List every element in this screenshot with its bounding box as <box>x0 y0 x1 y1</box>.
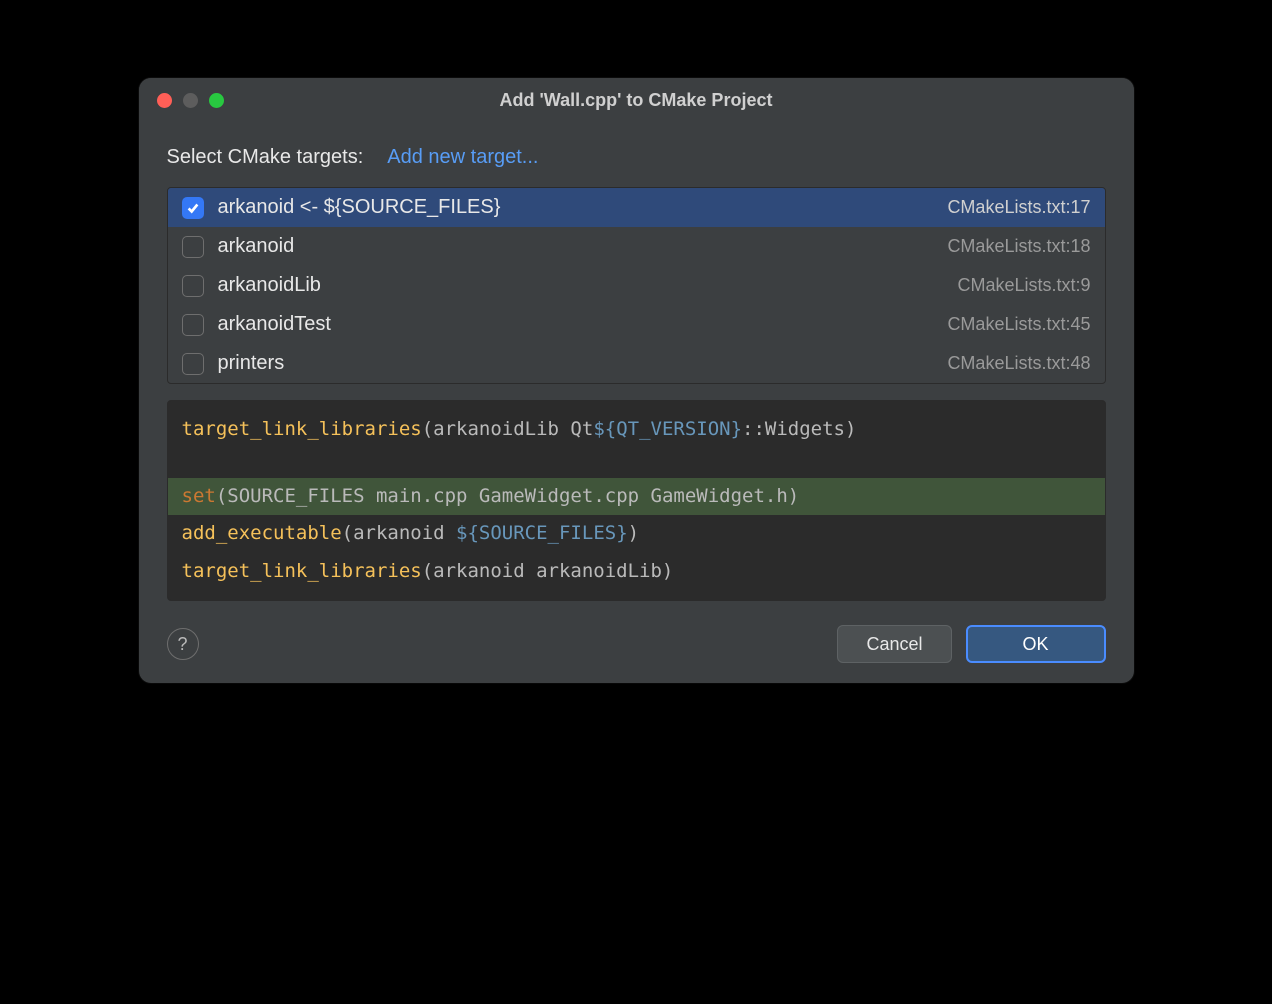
cancel-button[interactable]: Cancel <box>837 625 951 663</box>
code-line: set(SOURCE_FILES main.cpp GameWidget.cpp… <box>168 478 1105 515</box>
code-preview: target_link_libraries(arkanoidLib Qt${QT… <box>167 400 1106 601</box>
target-source: CMakeLists.txt:48 <box>947 353 1090 374</box>
dialog-window: Add 'Wall.cpp' to CMake Project Select C… <box>139 78 1134 683</box>
titlebar: Add 'Wall.cpp' to CMake Project <box>139 78 1134 122</box>
help-icon: ? <box>177 634 187 655</box>
target-label: arkanoid <- ${SOURCE_FILES} <box>218 196 934 219</box>
target-checkbox[interactable] <box>182 197 204 219</box>
target-source: CMakeLists.txt:9 <box>957 275 1090 296</box>
check-icon <box>186 201 200 215</box>
code-token: ) <box>628 522 639 544</box>
code-line: add_executable(arkanoid ${SOURCE_FILES}) <box>168 515 1105 552</box>
code-token: target_link_libraries <box>182 560 422 582</box>
cancel-button-label: Cancel <box>866 634 922 655</box>
ok-button[interactable]: OK <box>966 625 1106 663</box>
target-label: arkanoidLib <box>218 274 944 297</box>
code-token: add_executable <box>182 522 342 544</box>
close-window-button[interactable] <box>157 93 172 108</box>
code-token: ${SOURCE_FILES} <box>456 522 628 544</box>
select-targets-label: Select CMake targets: <box>167 146 364 169</box>
target-source: CMakeLists.txt:18 <box>947 236 1090 257</box>
code-token: (arkanoidLib Qt <box>422 418 594 440</box>
target-row[interactable]: arkanoidLib CMakeLists.txt:9 <box>168 266 1105 305</box>
code-token: (arkanoid arkanoidLib) <box>422 560 674 582</box>
code-token: target_link_libraries <box>182 418 422 440</box>
window-controls <box>157 93 224 108</box>
maximize-window-button[interactable] <box>209 93 224 108</box>
add-new-target-link[interactable]: Add new target... <box>387 146 538 169</box>
code-token: (arkanoid <box>342 522 456 544</box>
target-source: CMakeLists.txt:45 <box>947 314 1090 335</box>
target-label: printers <box>218 352 934 375</box>
code-line <box>168 448 1105 477</box>
dialog-title: Add 'Wall.cpp' to CMake Project <box>157 90 1116 111</box>
code-line: target_link_libraries(arkanoid arkanoidL… <box>168 553 1105 590</box>
target-checkbox[interactable] <box>182 275 204 297</box>
code-token: (SOURCE_FILES main.cpp GameWidget.cpp Ga… <box>216 485 799 507</box>
help-button[interactable]: ? <box>167 628 199 660</box>
code-token: set <box>182 485 216 507</box>
target-row[interactable]: arkanoid <- ${SOURCE_FILES} CMakeLists.tx… <box>168 188 1105 227</box>
target-row[interactable]: printers CMakeLists.txt:48 <box>168 344 1105 383</box>
target-row[interactable]: arkanoid CMakeLists.txt:18 <box>168 227 1105 266</box>
target-checkbox[interactable] <box>182 314 204 336</box>
target-row[interactable]: arkanoidTest CMakeLists.txt:45 <box>168 305 1105 344</box>
target-label: arkanoid <box>218 235 934 258</box>
target-checkbox[interactable] <box>182 236 204 258</box>
header-row: Select CMake targets: Add new target... <box>167 146 1106 169</box>
code-token: ${QT_VERSION} <box>593 418 742 440</box>
code-token: ::Widgets) <box>742 418 856 440</box>
code-line: target_link_libraries(arkanoidLib Qt${QT… <box>168 411 1105 448</box>
dialog-footer: ? Cancel OK <box>167 625 1106 663</box>
target-list[interactable]: arkanoid <- ${SOURCE_FILES} CMakeLists.tx… <box>167 187 1106 384</box>
dialog-content: Select CMake targets: Add new target... … <box>139 122 1134 683</box>
target-checkbox[interactable] <box>182 353 204 375</box>
target-label: arkanoidTest <box>218 313 934 336</box>
minimize-window-button[interactable] <box>183 93 198 108</box>
ok-button-label: OK <box>1022 634 1048 655</box>
target-source: CMakeLists.txt:17 <box>947 197 1090 218</box>
